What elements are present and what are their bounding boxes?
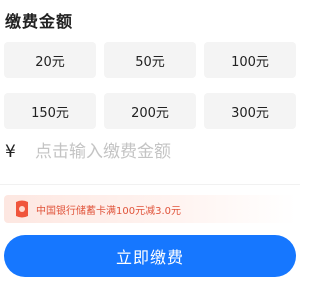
pay-now-button[interactable]: 立即缴费 [4,235,296,277]
currency-symbol: ¥ [5,142,16,162]
amount-input[interactable] [35,136,285,168]
divider [0,184,300,185]
section-title: 缴费金额 [5,12,74,31]
amount-input-row: ¥ [0,132,300,172]
amount-option-150[interactable]: 150元 [4,93,96,129]
amount-options-grid: 20元 50元 100元 150元 200元 300元 [4,42,296,129]
promo-banner[interactable]: 中国银行储蓄卡满100元减3.0元 [4,195,296,223]
promo-text: 中国银行储蓄卡满100元减3.0元 [36,205,181,217]
red-coupon-icon [14,199,30,219]
amount-option-200[interactable]: 200元 [104,93,196,129]
amount-option-50[interactable]: 50元 [104,42,196,78]
amount-option-300[interactable]: 300元 [204,93,296,129]
amount-option-20[interactable]: 20元 [4,42,96,78]
amount-option-100[interactable]: 100元 [204,42,296,78]
